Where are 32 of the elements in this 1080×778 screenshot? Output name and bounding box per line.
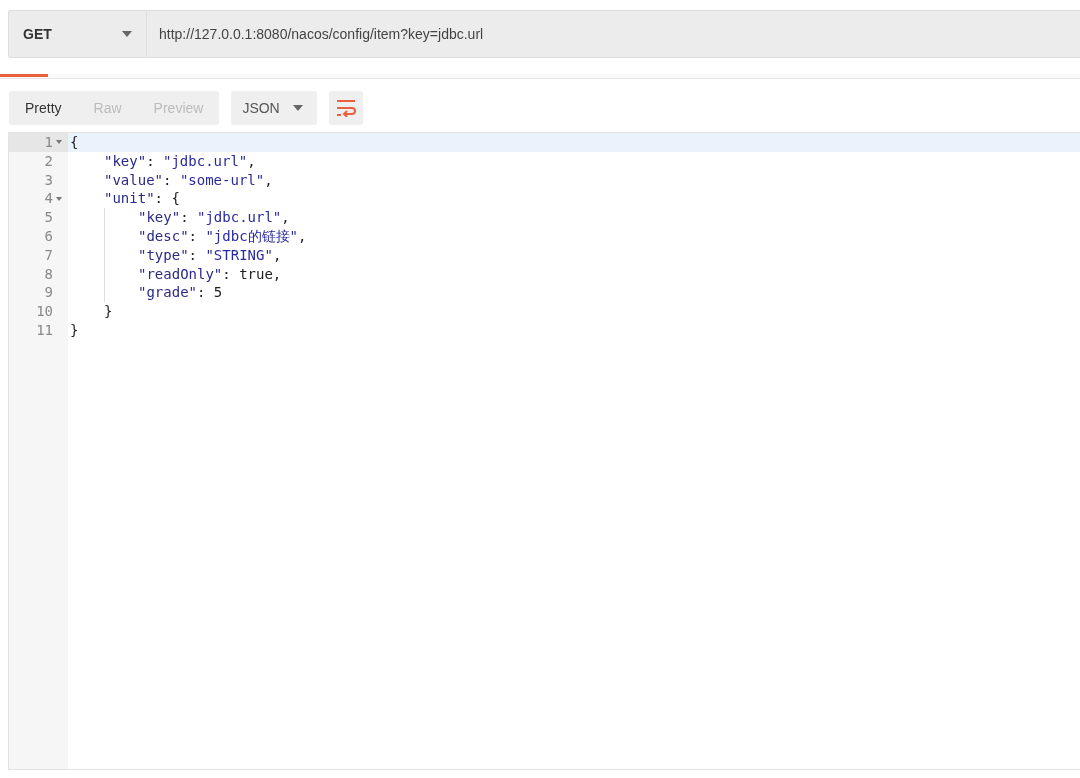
code-line: "value": "some-url", xyxy=(104,170,273,190)
code-line: { xyxy=(70,133,79,152)
method-dropdown[interactable]: GET xyxy=(8,10,146,58)
code-line: "key": "jdbc.url", xyxy=(138,208,290,227)
wrap-lines-button[interactable] xyxy=(329,91,364,125)
caret-icon xyxy=(122,31,132,37)
code-line: } xyxy=(70,320,79,340)
wrap-lines-icon xyxy=(336,99,357,117)
code-line: "key": "jdbc.url", xyxy=(104,151,256,171)
caret-icon xyxy=(293,105,304,111)
line-number: 4 xyxy=(44,189,53,209)
line-number: 10 xyxy=(36,302,53,321)
line-number: 1 xyxy=(44,133,53,152)
line-number: 11 xyxy=(36,320,53,340)
line-number: 2 xyxy=(44,151,53,171)
fold-arrow-icon[interactable] xyxy=(56,196,62,201)
code-line: "unit": { xyxy=(104,189,180,209)
line-number: 5 xyxy=(44,208,53,227)
fold-arrow-icon[interactable] xyxy=(56,140,62,145)
code-line: "desc": "jdbc的链接", xyxy=(138,227,307,246)
code-line: "type": "STRING", xyxy=(138,245,282,265)
code-line: "grade": 5 xyxy=(138,283,223,303)
url-field[interactable]: http://127.0.0.1:8080/nacos/config/item?key=jdbc.url xyxy=(146,10,1080,58)
line-number: 9 xyxy=(44,283,53,303)
format-dropdown[interactable]: JSON xyxy=(231,91,318,125)
line-number: 8 xyxy=(44,264,53,284)
view-tab[interactable]: Pretty xyxy=(9,91,78,125)
code-line: "readOnly": true, xyxy=(138,264,282,284)
code-line: } xyxy=(104,302,113,321)
line-number: 7 xyxy=(44,245,53,265)
line-number: 3 xyxy=(44,170,53,190)
line-number: 6 xyxy=(44,227,53,246)
